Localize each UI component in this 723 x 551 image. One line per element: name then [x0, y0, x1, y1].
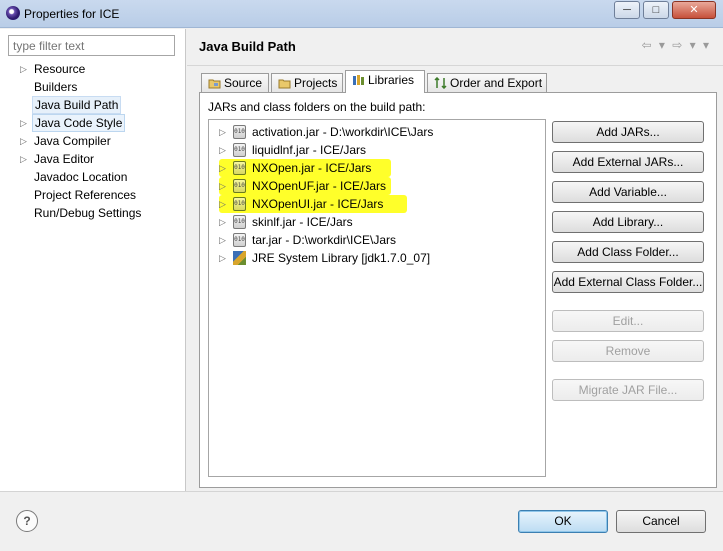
nav-item-label: Javadoc Location [34, 170, 128, 184]
nav-item-label: Resource [34, 62, 86, 76]
close-button[interactable]: ✕ [672, 1, 716, 19]
list-item-label: JRE System Library [jdk1.7.0_07] [252, 251, 431, 265]
tab-source[interactable]: Source [201, 73, 269, 93]
expand-arrow-icon[interactable]: ▷ [219, 141, 226, 159]
jar-icon: 010 [233, 233, 246, 247]
libraries-label: JARs and class folders on the build path… [208, 100, 426, 114]
expand-arrow-icon[interactable]: ▷ [219, 123, 226, 141]
expand-arrow-icon[interactable]: ▷ [20, 60, 27, 78]
add-external-class-folder-button[interactable]: Add External Class Folder... [552, 271, 704, 293]
title-bar: Properties for ICE ─ □ ✕ [0, 0, 723, 28]
nav-item-java-compiler[interactable]: ▷ Java Compiler [8, 132, 143, 150]
tab-order-and-export[interactable]: Order and Export [427, 73, 547, 93]
tab-label: Source [224, 76, 263, 90]
jar-icon: 010 [233, 215, 246, 229]
edit-button[interactable]: Edit... [552, 310, 704, 332]
expand-arrow-icon[interactable]: ▷ [219, 231, 226, 249]
maximize-button[interactable]: □ [643, 1, 669, 19]
nav-item-label: Java Build Path [32, 96, 122, 114]
ok-button[interactable]: OK [518, 510, 608, 533]
tab-libraries[interactable]: Libraries [345, 70, 425, 93]
nav-item-label: Run/Debug Settings [34, 206, 142, 220]
libraries-panel: JARs and class folders on the build path… [199, 92, 717, 488]
expand-arrow-icon[interactable]: ▷ [219, 177, 226, 195]
list-item-label: NXOpenUF.jar - ICE/Jars [252, 179, 387, 193]
tab-label: Libraries [368, 73, 415, 87]
jar-icon: 010 [233, 125, 246, 139]
list-item-label: tar.jar - D:\workdir\ICE\Jars [252, 233, 397, 247]
nav-item-builders[interactable]: Builders [8, 78, 143, 96]
tab-label: Order and Export [450, 76, 543, 90]
minimize-button[interactable]: ─ [614, 1, 640, 19]
list-item-label: liquidlnf.jar - ICE/Jars [252, 143, 367, 157]
list-item-nxopenuf-jar[interactable]: ▷ 010 NXOpenUF.jar - ICE/Jars [219, 177, 391, 195]
add-external-jars-button[interactable]: Add External JARs... [552, 151, 704, 173]
expand-arrow-icon[interactable]: ▷ [20, 114, 27, 132]
cancel-button[interactable]: Cancel [616, 510, 706, 533]
add-library-button[interactable]: Add Library... [552, 211, 704, 233]
nav-item-javadoc-location[interactable]: Javadoc Location [8, 168, 143, 186]
nav-item-java-code-style[interactable]: ▷ Java Code Style [8, 114, 143, 132]
jar-icon: 010 [233, 143, 246, 157]
expand-arrow-icon[interactable]: ▷ [20, 150, 27, 168]
help-icon[interactable]: ? [16, 510, 38, 532]
filter-input[interactable] [8, 35, 175, 56]
list-item-label: skinlf.jar - ICE/Jars [252, 215, 353, 229]
list-item-label: NXOpenUI.jar - ICE/Jars [252, 197, 384, 211]
list-item-nxopenui-jar[interactable]: ▷ 010 NXOpenUI.jar - ICE/Jars [219, 195, 407, 213]
tab-projects[interactable]: Projects [271, 73, 343, 93]
dialog-button-bar: ? OK Cancel [0, 491, 723, 551]
add-variable-button[interactable]: Add Variable... [552, 181, 704, 203]
add-jars-button[interactable]: Add JARs... [552, 121, 704, 143]
source-folder-icon [208, 79, 221, 89]
nav-item-label: Java Code Style [32, 114, 126, 132]
expand-arrow-icon[interactable]: ▷ [219, 195, 226, 213]
jar-icon: 010 [233, 161, 246, 175]
eclipse-icon [6, 6, 20, 20]
order-export-icon [434, 77, 447, 89]
expand-arrow-icon[interactable]: ▷ [219, 159, 226, 177]
nav-item-resource[interactable]: ▷ Resource [8, 60, 143, 78]
expand-arrow-icon[interactable]: ▷ [219, 249, 226, 267]
add-class-folder-button[interactable]: Add Class Folder... [552, 241, 704, 263]
libraries-icon [353, 75, 364, 85]
nav-item-run-debug-settings[interactable]: Run/Debug Settings [8, 204, 143, 222]
list-item-nxopen-jar[interactable]: ▷ 010 NXOpen.jar - ICE/Jars [219, 159, 391, 177]
jar-icon: 010 [233, 179, 246, 193]
window-title: Properties for ICE [24, 7, 120, 21]
preferences-nav-pane: ▷ Resource Builders Java Build Path ▷ Ja… [0, 29, 186, 491]
remove-button[interactable]: Remove [552, 340, 704, 362]
tab-label: Projects [294, 76, 338, 90]
jar-icon: 010 [233, 197, 246, 211]
title-divider [187, 65, 723, 66]
expand-arrow-icon[interactable]: ▷ [20, 132, 27, 150]
history-nav-icons[interactable]: ⇦ ▾ ⇨ ▾ ▾ [641, 38, 711, 52]
list-item-label: activation.jar - D:\workdir\ICE\Jars [252, 125, 434, 139]
content-pane: Java Build Path ⇦ ▾ ⇨ ▾ ▾ Source Project… [187, 29, 723, 491]
library-icon [233, 251, 246, 265]
list-item-label: NXOpen.jar - ICE/Jars [252, 161, 372, 175]
nav-item-label: Builders [34, 80, 78, 94]
page-title: Java Build Path [199, 39, 296, 54]
expand-arrow-icon[interactable]: ▷ [219, 213, 226, 231]
nav-item-java-build-path[interactable]: Java Build Path [8, 96, 143, 114]
nav-item-java-editor[interactable]: ▷ Java Editor [8, 150, 143, 168]
migrate-jar-button[interactable]: Migrate JAR File... [552, 379, 704, 401]
libraries-list[interactable]: ▷ 010 activation.jar - D:\workdir\ICE\Ja… [208, 119, 546, 477]
nav-tree: ▷ Resource Builders Java Build Path ▷ Ja… [8, 60, 143, 222]
nav-item-project-references[interactable]: Project References [8, 186, 143, 204]
projects-folder-icon [278, 79, 291, 89]
nav-item-label: Java Editor [34, 152, 95, 166]
nav-item-label: Java Compiler [34, 134, 111, 148]
nav-item-label: Project References [34, 188, 137, 202]
